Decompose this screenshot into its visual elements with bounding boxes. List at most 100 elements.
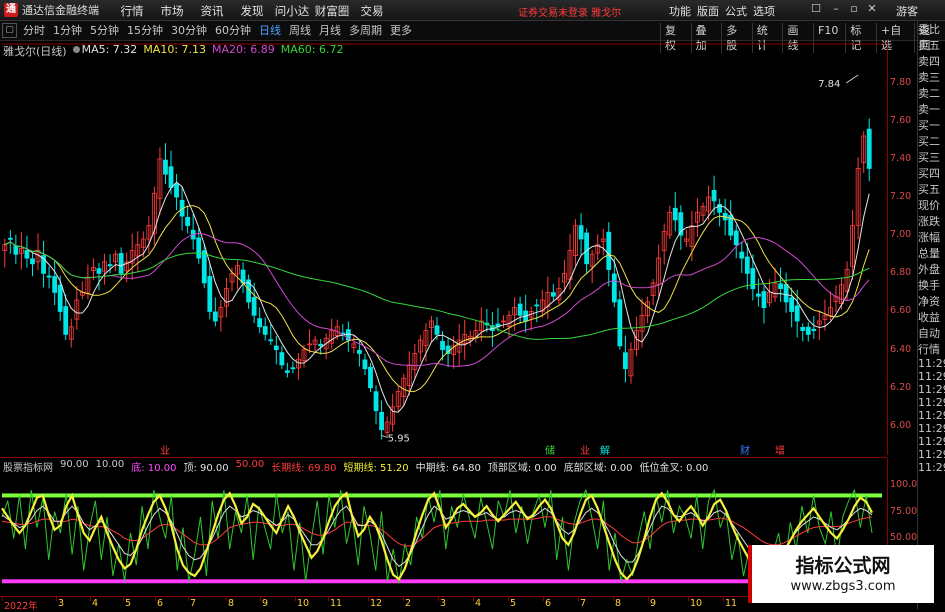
menu-item[interactable]: 问小达: [272, 3, 312, 19]
candle-body: [611, 273, 617, 303]
period-tab[interactable]: 月线: [315, 23, 345, 38]
period-tab[interactable]: 1分钟: [49, 23, 86, 38]
quote-field: 涨幅: [918, 231, 940, 244]
candle: [695, 198, 700, 237]
candle: [30, 252, 35, 277]
candle-body: [550, 292, 556, 297]
menu-item[interactable]: 资讯: [192, 3, 232, 19]
right-menu-item[interactable]: 选项: [750, 3, 778, 19]
candle: [395, 385, 401, 412]
app-logo-icon: 通: [4, 3, 18, 17]
trade-time: 11:29: [918, 370, 945, 383]
period-tab[interactable]: 周线: [285, 23, 315, 38]
candle: [79, 281, 85, 300]
maximize-icon[interactable]: ▫: [848, 3, 860, 15]
time-tick: 6: [545, 598, 552, 609]
candle: [628, 342, 634, 384]
period-tab[interactable]: 日线: [255, 23, 285, 38]
quote-field: 净资: [918, 295, 940, 308]
period-tab[interactable]: 15分钟: [123, 23, 167, 38]
annotation-leader: [845, 74, 859, 84]
time-tick-mark: [578, 597, 579, 601]
ma-dot-icon: [72, 46, 80, 53]
event-marker[interactable]: 财: [740, 444, 750, 455]
candle-body: [794, 305, 800, 322]
candle: [345, 321, 351, 352]
period-tab[interactable]: 更多: [386, 23, 416, 38]
quote-field: 换手: [918, 279, 940, 292]
period-tab[interactable]: 60分钟: [211, 23, 255, 38]
top-band: [2, 493, 882, 498]
candle-body: [290, 367, 296, 370]
candle: [783, 272, 789, 313]
price-tick: 7.40: [890, 152, 912, 164]
menu-item[interactable]: 市场: [152, 3, 192, 19]
candle-body: [273, 345, 279, 351]
kline-chart[interactable]: 7.845.95业储业解财增: [0, 40, 887, 455]
right-menu-item[interactable]: 功能: [666, 3, 694, 19]
time-tick-mark: [648, 597, 649, 601]
event-marker[interactable]: 业: [160, 445, 170, 455]
candle-body: [174, 183, 179, 198]
candle: [573, 219, 578, 266]
time-tick-mark: [368, 597, 369, 601]
price-tick: 6.40: [890, 343, 912, 355]
skin-icon[interactable]: ☐: [810, 3, 822, 15]
guest-login[interactable]: 游客: [896, 3, 918, 19]
event-marker[interactable]: 储: [545, 444, 555, 455]
period-tab[interactable]: 30分钟: [167, 23, 211, 38]
candle: [700, 202, 706, 222]
candle: [517, 296, 523, 324]
candle: [307, 329, 312, 353]
candle: [13, 234, 19, 264]
time-tick-mark: [613, 597, 614, 601]
candle: [728, 200, 734, 241]
period-tab[interactable]: 分时: [19, 23, 49, 38]
candle-body: [744, 256, 750, 274]
event-marker[interactable]: 解: [600, 444, 610, 455]
trade-login-notice[interactable]: 证券交易未登录 雅戈尔: [518, 4, 621, 19]
period-tab[interactable]: 5分钟: [86, 23, 123, 38]
candle: [41, 240, 46, 288]
candle-body: [168, 166, 174, 188]
price-axis: 7.80 7.60 7.40 7.20 7.00 6.80 6.60 6.40 6.20 6.00: [887, 40, 918, 455]
menu-item[interactable]: 交易: [352, 3, 392, 19]
period-tab[interactable]: 多周期: [345, 23, 386, 38]
candle: [390, 393, 396, 432]
candle: [212, 297, 218, 327]
quote-field: 委比: [918, 23, 940, 36]
toggle-panel-icon[interactable]: ▢: [2, 23, 17, 38]
minimize-icon[interactable]: –: [830, 3, 842, 15]
time-tick: 3: [58, 598, 65, 609]
time-tick: 5: [510, 598, 517, 609]
close-icon[interactable]: ✕: [866, 3, 878, 15]
right-menu-item[interactable]: 版面: [694, 3, 722, 19]
time-tick-mark: [155, 597, 156, 601]
quote-field: 自动: [918, 327, 940, 340]
candle-body: [739, 251, 745, 259]
menu-item[interactable]: 发现: [232, 3, 272, 19]
candle: [417, 335, 423, 362]
event-marker[interactable]: 业: [580, 445, 590, 455]
right-menu-item[interactable]: 公式: [722, 3, 750, 19]
quote-field: 卖二: [918, 87, 940, 100]
candle: [362, 353, 368, 375]
event-marker[interactable]: 增: [775, 444, 785, 455]
candle: [484, 308, 490, 333]
time-tick: 10: [297, 598, 310, 609]
candle: [495, 307, 501, 332]
menu-item[interactable]: 财富圈: [312, 3, 352, 19]
price-tick: 6.00: [890, 419, 912, 431]
candle: [412, 343, 418, 379]
candle: [772, 267, 778, 302]
candle: [240, 262, 246, 294]
watermark-title: 指标公式网: [795, 555, 891, 577]
time-tick: 4: [92, 598, 99, 609]
quote-field: 买四: [918, 167, 940, 180]
menu-item[interactable]: 行情: [112, 3, 152, 19]
quote-field: 买二: [918, 135, 940, 148]
trade-time: 11:29: [918, 448, 945, 461]
chart-legend: 雅戈尔(日线) MA5: 7.32 MA10: 7.13 MA20: 6.89 …: [3, 43, 343, 59]
quote-field: 卖三: [918, 71, 940, 84]
candle: [750, 254, 756, 301]
